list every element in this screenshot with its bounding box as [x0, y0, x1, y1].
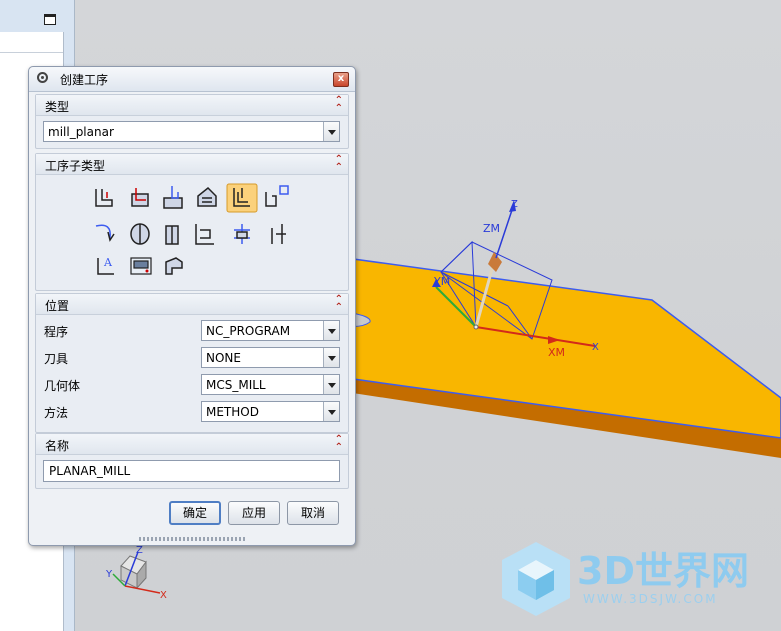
subtype-section: 工序子类型 ⌃ ⌃ A: [35, 153, 349, 291]
tool-dropdown[interactable]: NONE: [201, 347, 340, 368]
location-section-header[interactable]: 位置 ⌃ ⌃: [36, 294, 348, 315]
type-dropdown-value: mill_planar: [48, 125, 114, 139]
program-value: NC_PROGRAM: [206, 324, 291, 338]
chevron-down-icon[interactable]: [323, 402, 339, 421]
chevron-down-icon[interactable]: [323, 122, 339, 141]
svg-text:Y: Y: [105, 569, 113, 580]
cleanup-corners-icon[interactable]: [95, 224, 115, 242]
ym-label: YM: [433, 275, 450, 288]
geometry-label: 几何体: [44, 379, 81, 393]
type-dropdown[interactable]: mill_planar: [43, 121, 340, 142]
name-input[interactable]: PLANAR_MILL: [43, 460, 340, 482]
tool-value: NONE: [206, 351, 241, 365]
planar-text-icon[interactable]: A: [97, 256, 114, 275]
geometry-dropdown[interactable]: MCS_MILL: [201, 374, 340, 395]
finish-walls-icon[interactable]: [130, 223, 150, 245]
face-milling-manual-icon[interactable]: [197, 186, 217, 207]
gear-icon: [37, 72, 48, 83]
view-triad: Z X Y: [105, 545, 167, 601]
type-section-label: 类型: [45, 100, 70, 114]
name-input-value: PLANAR_MILL: [49, 464, 131, 478]
svg-text:Z: Z: [136, 545, 143, 556]
collapse-icon[interactable]: ⌃ ⌃: [335, 96, 343, 114]
resize-grip[interactable]: [139, 537, 245, 541]
program-label: 程序: [44, 325, 69, 339]
type-section-header[interactable]: 类型 ⌃ ⌃: [36, 95, 348, 116]
name-section-header[interactable]: 名称 ⌃ ⌃: [36, 434, 348, 455]
z-label: Z: [511, 199, 518, 210]
collapse-icon[interactable]: ⌃ ⌃: [335, 435, 343, 453]
finish-floor-icon[interactable]: [165, 225, 179, 245]
method-label: 方法: [44, 406, 69, 420]
face-milling-icon[interactable]: [163, 186, 183, 209]
svg-text:A: A: [103, 256, 113, 269]
x-label: X: [592, 342, 599, 353]
geometry-value: MCS_MILL: [206, 378, 266, 392]
watermark-url: WWW.3DSJW.COM: [583, 592, 718, 606]
apply-button[interactable]: 应用: [228, 501, 280, 525]
floor-wall-is-icon[interactable]: [131, 188, 149, 207]
cancel-button[interactable]: 取消: [287, 501, 339, 525]
type-section: 类型 ⌃ ⌃ mill_planar: [35, 94, 349, 149]
name-section-label: 名称: [45, 439, 70, 453]
method-dropdown[interactable]: METHOD: [201, 401, 340, 422]
location-section-label: 位置: [45, 299, 70, 313]
hole-milling-icon[interactable]: [234, 224, 250, 244]
location-section: 位置 ⌃ ⌃ 程序 NC_PROGRAM 刀具 NONE 几何体 MCS_MILL…: [35, 293, 349, 433]
groove-milling-icon[interactable]: [195, 224, 214, 245]
dialog-title: 创建工序: [60, 73, 109, 87]
chevron-down-icon[interactable]: [323, 375, 339, 394]
tool-label: 刀具: [44, 352, 69, 366]
create-operation-dialog: 创建工序 x 类型 ⌃ ⌃ mill_planar 工序子类型 ⌃ ⌃ A 位置…: [28, 66, 356, 546]
planar-profile-icon[interactable]: [265, 185, 289, 207]
program-dropdown[interactable]: NC_PROGRAM: [201, 320, 340, 341]
thread-milling-icon[interactable]: [271, 224, 286, 244]
chevron-down-icon[interactable]: [323, 348, 339, 367]
watermark-title: 3D世界网: [577, 549, 749, 593]
method-value: METHOD: [206, 405, 259, 419]
close-button[interactable]: x: [333, 72, 349, 87]
ok-button[interactable]: 确定: [169, 501, 221, 525]
dialog-titlebar[interactable]: 创建工序 x: [29, 67, 355, 92]
watermark-cube-logo: [502, 542, 570, 616]
collapse-icon[interactable]: ⌃ ⌃: [335, 295, 343, 313]
svg-text:X: X: [160, 590, 167, 601]
subtype-icon-grid: A: [95, 183, 289, 275]
name-section: 名称 ⌃ ⌃ PLANAR_MILL: [35, 433, 349, 489]
mill-user-icon[interactable]: [165, 257, 183, 275]
zm-label: ZM: [483, 222, 500, 235]
chevron-down-icon[interactable]: [323, 321, 339, 340]
mill-control-icon[interactable]: [130, 257, 152, 275]
xm-label: XM: [548, 346, 565, 359]
floor-wall-icon[interactable]: [95, 189, 113, 207]
